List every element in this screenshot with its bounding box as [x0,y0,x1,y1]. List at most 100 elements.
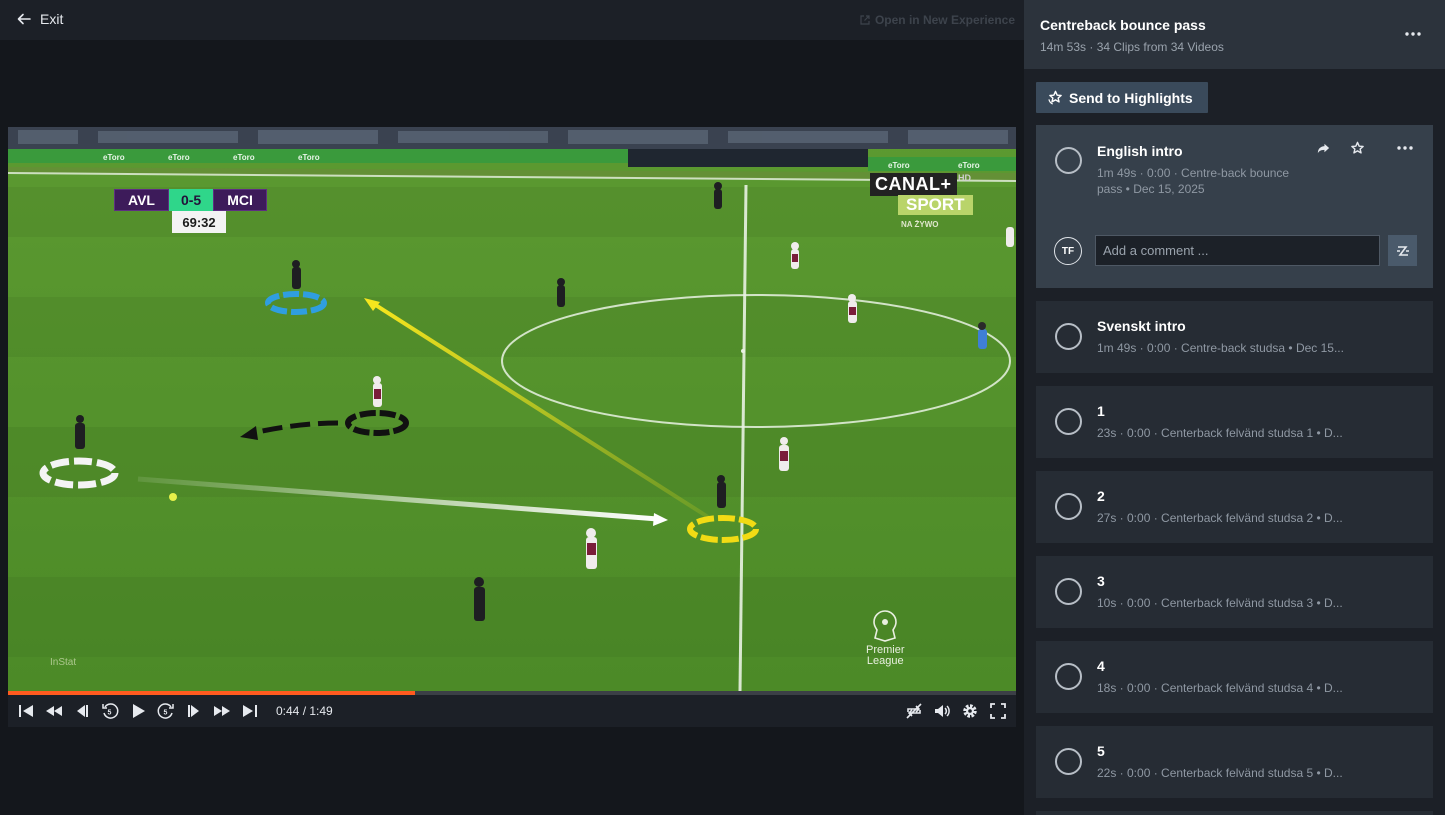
clip-meta: 18s · 0:00 · Centerback felvänd studsa 4… [1097,681,1343,695]
svg-text:eToro: eToro [888,161,910,170]
skip-to-start-button[interactable] [12,697,40,725]
playlist-panel: Centreback bounce pass 14m 53s · 34 Clip… [1024,0,1445,815]
send-comment-icon [1396,245,1409,256]
clip-actions [1313,138,1415,158]
clip-select-checkbox[interactable] [1055,323,1082,350]
clip-meta-line2: pass • Dec 15, 2025 [1097,182,1205,196]
clip-item[interactable]: 4 18s · 0:00 · Centerback felvänd studsa… [1036,641,1433,713]
clip-title: 3 [1097,573,1105,589]
video-frame[interactable]: eToro eToro eToro eToro eToro eToro AVL … [8,127,1016,691]
skip-end-icon [243,705,257,717]
broadcaster-logo: CANAL+ [870,173,957,196]
clip-title: 5 [1097,743,1105,759]
play-icon [133,704,145,718]
clip-select-checkbox[interactable] [1055,663,1082,690]
svg-text:5: 5 [164,710,168,717]
share-button[interactable] [1313,138,1333,158]
league-logo: Premier League [866,609,905,667]
arrow-left-icon [17,13,31,25]
back-5-seconds-button[interactable]: 5 [96,697,124,725]
lion-icon [873,610,898,642]
clip-select-checkbox[interactable] [1055,748,1082,775]
volume-button[interactable] [928,697,956,725]
settings-button[interactable] [956,697,984,725]
svg-text:eToro: eToro [958,161,980,170]
fullscreen-icon [990,703,1006,719]
loop-toggle-button[interactable] [900,697,928,725]
next-frame-button[interactable] [180,697,208,725]
playlist-meta: 14m 53s · 34 Clips from 34 Videos [1040,40,1224,54]
skip-to-end-button[interactable] [236,697,264,725]
clip-title: Svenskt intro [1097,318,1186,334]
clip-title: 4 [1097,658,1105,674]
clip-select-checkbox[interactable] [1055,493,1082,520]
live-label: NA ŻYWO [901,220,939,229]
replay-5-icon: 5 [102,703,119,719]
clip-meta: 23s · 0:00 · Centerback felvänd studsa 1… [1097,426,1343,440]
clip-meta: 1m 49s · 0:00 · Centre-back bounce [1097,166,1290,180]
clip-item[interactable]: Svenskt intro 1m 49s · 0:00 · Centre-bac… [1036,301,1433,373]
match-clock: 69:32 [172,211,226,233]
league-line2: League [866,655,904,667]
broadcaster-hd-badge: HD [958,173,971,183]
send-to-highlights-button[interactable]: Send to Highlights [1036,82,1208,113]
svg-text:eToro: eToro [168,153,190,162]
open-new-experience-link[interactable]: Open in New Experience [860,13,1015,27]
playback-time: 0:44 / 1:49 [276,704,333,718]
clip-more-button[interactable] [1395,138,1415,158]
clip-meta: 22s · 0:00 · Centerback felvänd studsa 5… [1097,766,1343,780]
clip-item[interactable]: 2 27s · 0:00 · Centerback felvänd studsa… [1036,471,1433,543]
home-team: AVL [114,189,169,211]
rewind-icon [46,706,62,716]
clip-item-partial [1036,811,1433,815]
external-link-icon [860,15,870,25]
svg-text:5: 5 [108,710,112,717]
previous-frame-button[interactable] [68,697,96,725]
gear-icon [963,704,977,718]
svg-text:eToro: eToro [103,153,125,162]
instat-watermark: InStat [50,657,77,668]
clip-title: English intro [1097,143,1183,159]
clip-select-checkbox[interactable] [1055,578,1082,605]
exit-button[interactable]: Exit [16,11,63,27]
volume-icon [935,705,950,717]
comment-submit-button[interactable] [1388,235,1417,266]
fullscreen-button[interactable] [984,697,1012,725]
share-arrow-icon [1317,143,1329,153]
playlist-more-button[interactable] [1401,22,1425,46]
scoreboard: AVL 0-5 MCI 69:32 [114,189,267,233]
svg-text:eToro: eToro [233,153,255,162]
comment-input[interactable] [1095,235,1380,266]
clip-meta: 10s · 0:00 · Centerback felvänd studsa 3… [1097,596,1343,610]
broadcaster-sport-badge: SPORT [898,195,973,215]
add-to-highlights-button[interactable] [1347,138,1367,158]
play-button[interactable] [124,697,152,725]
forward-5-seconds-button[interactable]: 5 [152,697,180,725]
more-horizontal-icon [1405,32,1421,36]
rewind-button[interactable] [40,697,68,725]
skip-start-icon [19,705,33,717]
football-pitch-scene: eToro eToro eToro eToro eToro eToro [8,127,1016,691]
step-back-icon [77,705,88,717]
match-score: 0-5 [168,189,214,211]
clip-meta: 27s · 0:00 · Centerback felvänd studsa 2… [1097,511,1343,525]
highlight-star-icon [1048,90,1062,105]
exit-label: Exit [40,11,64,27]
player-controls: 5 5 0:44 / 1:49 [8,695,1016,727]
open-new-label: Open in New Experience [874,13,1015,27]
clip-item[interactable]: 5 22s · 0:00 · Centerback felvänd studsa… [1036,726,1433,798]
clip-item-active[interactable]: English intro 1m 49s · 0:00 · Centre-bac… [1036,125,1433,288]
svg-text:eToro: eToro [298,153,320,162]
clip-item[interactable]: 3 10s · 0:00 · Centerback felvänd studsa… [1036,556,1433,628]
video-stage: eToro eToro eToro eToro eToro eToro AVL … [0,40,1024,815]
clip-select-checkbox[interactable] [1055,408,1082,435]
fast-forward-button[interactable] [208,697,236,725]
top-bar: Exit Open in New Experience [0,0,1024,40]
clip-item[interactable]: 1 23s · 0:00 · Centerback felvänd studsa… [1036,386,1433,458]
step-forward-icon [188,705,199,717]
avatar: TF [1054,237,1082,265]
clip-select-checkbox[interactable] [1055,147,1082,174]
clip-title: 1 [1097,403,1105,419]
clip-meta: 1m 49s · 0:00 · Centre-back studsa • Dec… [1097,341,1344,355]
highlight-star-icon [1350,141,1364,154]
